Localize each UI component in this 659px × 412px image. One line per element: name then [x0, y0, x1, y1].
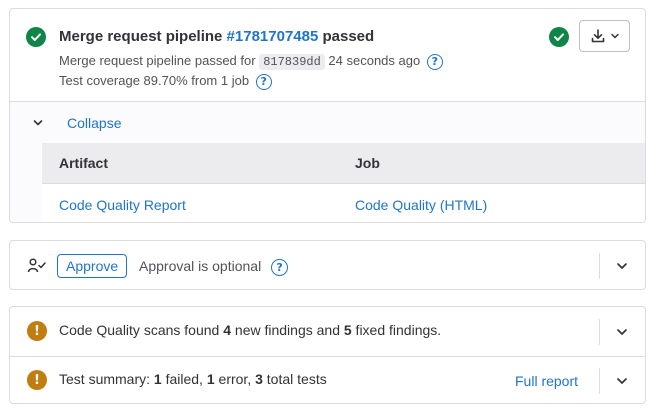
- expand-button[interactable]: [610, 320, 634, 344]
- approval-users-icon: [27, 258, 46, 273]
- check-circle-icon[interactable]: [549, 27, 569, 47]
- coverage-text: Test coverage 89.70% from 1 job: [59, 73, 250, 88]
- test-summary-part: error,: [214, 371, 256, 387]
- warning-icon: !: [27, 321, 47, 341]
- code-quality-text: Code Quality scans found: [59, 322, 224, 338]
- approval-status: Approval is optional ?: [139, 258, 289, 276]
- artifact-column-header: Artifact: [59, 155, 109, 171]
- report-widgets: ! Code Quality scans found 4 new finding…: [9, 306, 646, 404]
- help-icon[interactable]: ?: [271, 258, 289, 276]
- approve-button[interactable]: Approve: [57, 254, 128, 278]
- error-count: 1: [206, 371, 215, 387]
- pipeline-time-ago: 24 seconds ago: [328, 53, 421, 68]
- code-quality-summary: Code Quality scans found 4 new findings …: [59, 322, 441, 338]
- artifacts-table-header: Artifact Job: [42, 143, 645, 184]
- expand-button[interactable]: [610, 369, 634, 393]
- pipeline-passed-for: Merge request pipeline passed for: [59, 53, 256, 68]
- chevron-down-icon: [617, 378, 627, 384]
- pipeline-title: Merge request pipeline #1781707485 passe…: [59, 28, 374, 45]
- test-summary-part: failed,: [161, 371, 207, 387]
- pipeline-id-link[interactable]: #1781707485: [227, 28, 319, 45]
- divider: [599, 368, 600, 394]
- collapse-toggle[interactable]: Collapse: [10, 102, 645, 143]
- help-icon[interactable]: ?: [426, 53, 443, 70]
- check-circle-icon[interactable]: [26, 27, 46, 47]
- table-row: Code Quality Report Code Quality (HTML): [42, 184, 645, 222]
- test-summary-widget: ! Test summary: 1 failed, 1 error, 3 tot…: [10, 356, 645, 403]
- collapse-link[interactable]: Collapse: [67, 115, 121, 131]
- download-artifacts-button[interactable]: [579, 20, 630, 52]
- fixed-findings-count: 5: [343, 322, 352, 338]
- divider: [599, 253, 600, 279]
- total-count: 3: [255, 371, 263, 387]
- artifact-link[interactable]: Code Quality Report: [59, 197, 186, 213]
- full-report-link[interactable]: Full report: [515, 373, 578, 389]
- artifacts-section: Collapse Artifact Job Code Quality Repor…: [10, 101, 645, 222]
- coverage-line: Test coverage 89.70% from 1 job ?: [59, 73, 272, 90]
- code-quality-text: fixed findings.: [351, 322, 442, 338]
- divider: [599, 319, 600, 345]
- commit-sha[interactable]: 817839dd: [259, 54, 325, 70]
- warning-icon: !: [27, 370, 47, 390]
- pipeline-title-suffix: passed: [322, 28, 375, 45]
- pipeline-meta: Merge request pipeline passed for 817839…: [59, 53, 443, 70]
- code-quality-widget: ! Code Quality scans found 4 new finding…: [10, 307, 645, 356]
- help-icon[interactable]: ?: [255, 73, 272, 90]
- test-summary-text: Test summary: 1 failed, 1 error, 3 total…: [59, 371, 327, 387]
- job-column-header: Job: [355, 155, 380, 171]
- test-summary-label: Test summary:: [59, 371, 154, 387]
- chevron-down-icon: [610, 33, 619, 39]
- pipeline-widget: Merge request pipeline #1781707485 passe…: [9, 8, 646, 223]
- chevron-down-icon: [617, 329, 627, 335]
- download-icon: [591, 29, 604, 43]
- job-link[interactable]: Code Quality (HTML): [355, 197, 487, 213]
- chevron-down-icon[interactable]: [32, 117, 44, 129]
- approval-widget: Approve Approval is optional ?: [9, 240, 646, 290]
- new-findings-count: 4: [223, 322, 232, 338]
- pipeline-title-prefix: Merge request pipeline: [59, 28, 223, 45]
- chevron-down-icon: [617, 263, 627, 269]
- failed-count: 1: [153, 371, 162, 387]
- code-quality-text: new findings and: [231, 322, 344, 338]
- approval-status-text: Approval is optional: [139, 258, 262, 274]
- expand-button[interactable]: [610, 254, 634, 278]
- test-summary-part: total tests: [262, 371, 327, 387]
